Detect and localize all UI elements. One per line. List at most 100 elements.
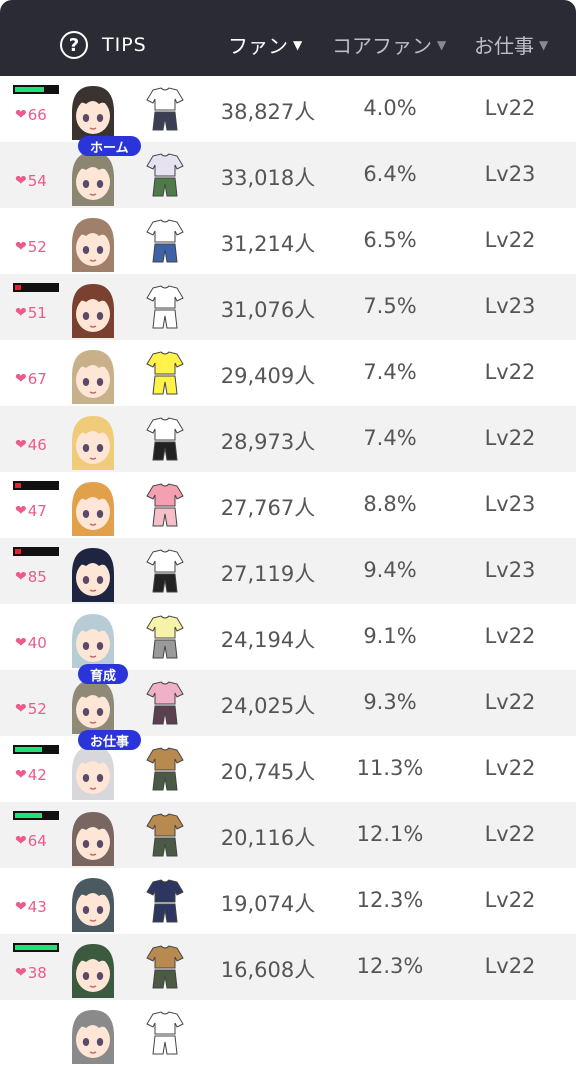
idol-row[interactable]: ❤ 43 19,074人 12.3% Lv22 (0, 868, 576, 934)
affection-value: 46 (27, 436, 47, 454)
heart-icon: ❤ (15, 569, 27, 585)
idol-outfit[interactable] (143, 746, 187, 792)
fan-count: 20,745人 (220, 760, 316, 784)
idol-outfit[interactable] (143, 350, 187, 396)
idol-row[interactable]: ❤ 38 16,608人 12.3% Lv22 (0, 934, 576, 1000)
idol-row[interactable]: ❤ 46 28,973人 7.4% Lv22 (0, 406, 576, 472)
idol-avatar[interactable] (66, 478, 120, 536)
idol-row[interactable]: ❤ 40 24,194人 9.1% Lv22 (0, 604, 576, 670)
idol-avatar[interactable] (66, 742, 120, 800)
idol-outfit[interactable] (143, 152, 187, 198)
idol-avatar[interactable] (66, 280, 120, 338)
sort-core-fans-button[interactable]: コアファン ▼ (332, 30, 446, 59)
help-icon: ? (60, 31, 88, 59)
affection-count: ❤ 52 (15, 238, 47, 256)
idol-portrait-icon (72, 548, 114, 602)
heart-icon: ❤ (15, 899, 27, 915)
idol-outfit[interactable] (143, 548, 187, 594)
idol-outfit[interactable] (143, 482, 187, 528)
core-fan-rate: 8.8% (363, 492, 417, 516)
idol-avatar[interactable] (66, 148, 120, 206)
idol-row[interactable]: ❤ 67 29,409人 7.4% Lv22 (0, 340, 576, 406)
tension-gauge (13, 943, 59, 952)
idol-portrait-icon (72, 416, 114, 470)
outfit-icon (146, 681, 184, 725)
fan-count: 27,119人 (220, 562, 316, 586)
affection-value: 38 (27, 964, 47, 982)
idol-row[interactable] (0, 1000, 576, 1066)
idol-outfit[interactable] (143, 218, 187, 264)
idol-avatar[interactable] (66, 676, 120, 734)
idol-outfit[interactable] (143, 878, 187, 924)
idol-portrait-icon (72, 680, 114, 734)
idol-row[interactable]: ❤ 47 27,767人 8.8% Lv23 (0, 472, 576, 538)
idol-row[interactable]: ❤ 64 20,116人 12.1% Lv22 (0, 802, 576, 868)
core-fan-rate: 11.3% (356, 756, 424, 780)
fan-count: 16,608人 (220, 958, 316, 982)
sort-fans-button[interactable]: ファン ▼ (228, 30, 302, 59)
affection-value: 66 (27, 106, 47, 124)
idol-portrait-icon (72, 86, 114, 140)
idol-portrait-icon (72, 218, 114, 272)
affection-count: ❤ 54 (15, 172, 47, 190)
idol-avatar[interactable] (66, 808, 120, 866)
work-level: Lv23 (484, 162, 536, 186)
affection-value: 40 (27, 634, 47, 652)
idol-avatar[interactable] (66, 874, 120, 932)
idol-avatar[interactable] (66, 82, 120, 140)
fan-count: 31,214人 (220, 232, 316, 256)
outfit-icon (146, 549, 184, 593)
status-tag: 育成 (78, 664, 129, 684)
idol-avatar[interactable] (66, 610, 120, 668)
idol-outfit[interactable] (143, 614, 187, 660)
idol-avatar[interactable] (66, 1006, 120, 1064)
outfit-icon (146, 285, 184, 329)
idol-avatar[interactable] (66, 214, 120, 272)
outfit-icon (146, 615, 184, 659)
idol-row[interactable]: ❤ 42 お仕事 20,745人 11.3% Lv22 (0, 730, 576, 802)
status-tag: お仕事 (78, 730, 142, 750)
affection-value: 42 (27, 766, 47, 784)
idol-row[interactable]: ❤ 66 38,827人 4.0% Lv22 (0, 76, 576, 142)
sort-arrow-icon: ▼ (539, 37, 549, 52)
idol-row[interactable]: ❤ 51 31,076人 7.5% Lv23 (0, 274, 576, 340)
fan-count: 33,018人 (220, 166, 316, 190)
idol-row[interactable]: ❤ 54 ホーム 33,018人 6.4% Lv23 (0, 136, 576, 208)
outfit-icon (146, 483, 184, 527)
tips-label: TIPS (102, 34, 147, 56)
idol-portrait-icon (72, 482, 114, 536)
affection-value: 85 (27, 568, 47, 586)
sort-work-button[interactable]: お仕事 ▼ (474, 30, 548, 59)
idol-portrait-icon (72, 746, 114, 800)
work-level: Lv23 (484, 294, 536, 318)
tension-gauge (13, 811, 59, 820)
idol-row[interactable]: ❤ 85 27,119人 9.4% Lv23 (0, 538, 576, 604)
affection-count: ❤ 51 (15, 304, 47, 322)
idol-outfit[interactable] (143, 416, 187, 462)
idol-outfit[interactable] (143, 680, 187, 726)
fan-count: 27,767人 (220, 496, 316, 520)
sort-core-fans-label: コアファン (332, 34, 432, 58)
work-level: Lv23 (484, 492, 536, 516)
affection-value: 47 (27, 502, 47, 520)
idol-avatar[interactable] (66, 412, 120, 470)
affection-count: ❤ 42 (15, 766, 47, 784)
idol-avatar[interactable] (66, 544, 120, 602)
core-fan-rate: 7.5% (363, 294, 417, 318)
tips-button[interactable]: ? TIPS (60, 28, 147, 62)
fan-count: 28,973人 (220, 430, 316, 454)
idol-row[interactable]: ❤ 52 育成 24,025人 9.3% Lv22 (0, 664, 576, 736)
idol-outfit[interactable] (143, 284, 187, 330)
affection-count: ❤ 47 (15, 502, 47, 520)
tension-gauge (13, 283, 59, 292)
idol-outfit[interactable] (143, 86, 187, 132)
idol-outfit[interactable] (143, 1010, 187, 1056)
work-level: Lv22 (484, 426, 536, 450)
idol-outfit[interactable] (143, 812, 187, 858)
idol-avatar[interactable] (66, 346, 120, 404)
idol-outfit[interactable] (143, 944, 187, 990)
idol-avatar[interactable] (66, 940, 120, 998)
idol-row[interactable]: ❤ 52 31,214人 6.5% Lv22 (0, 208, 576, 274)
heart-icon: ❤ (15, 371, 27, 387)
affection-value: 67 (27, 370, 47, 388)
